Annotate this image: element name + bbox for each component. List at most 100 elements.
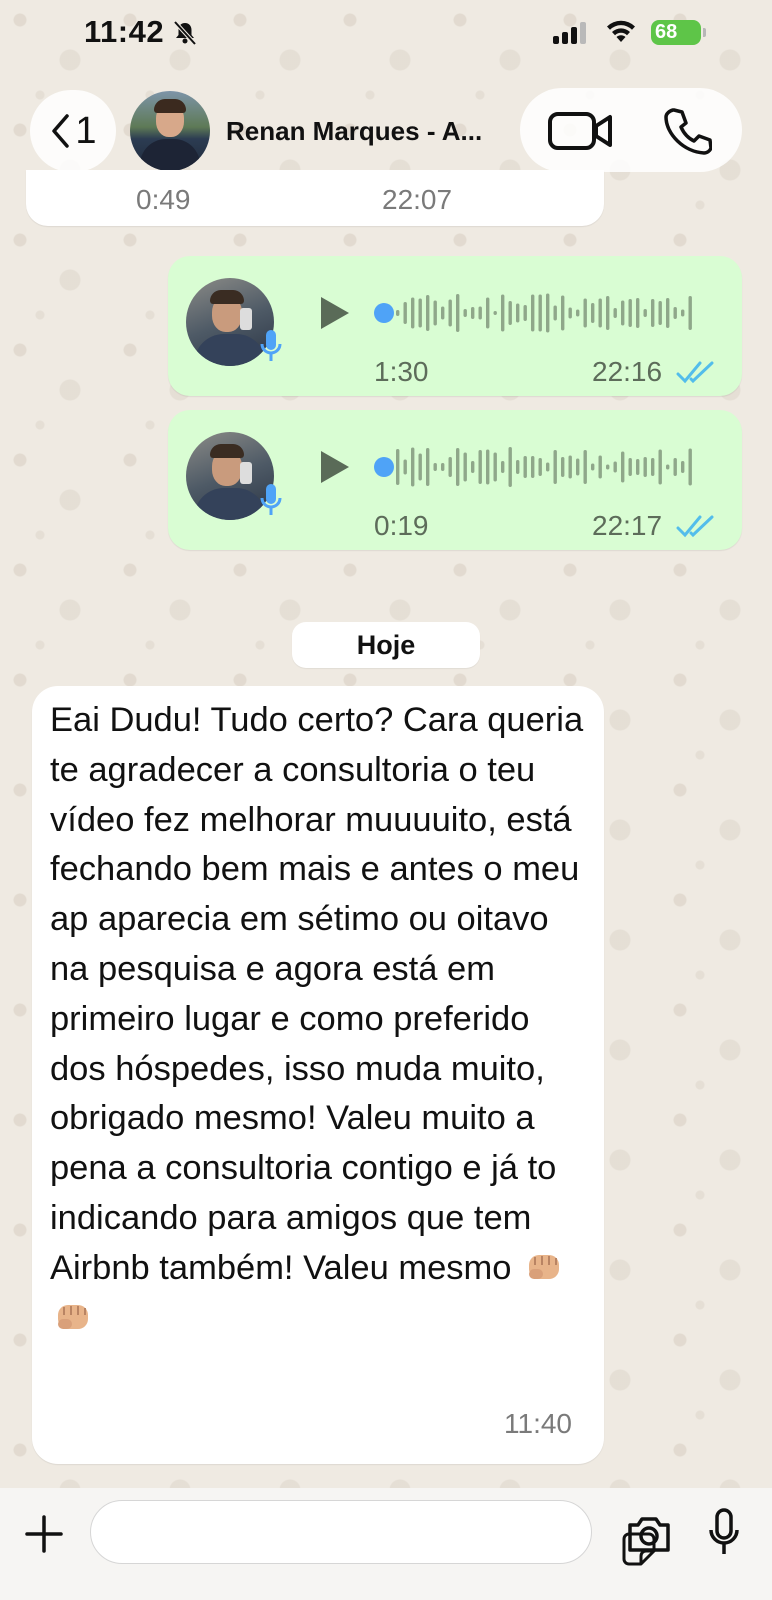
battery-level: 68 (655, 21, 678, 43)
waveform-bar (613, 308, 617, 318)
waveform-bar (688, 448, 692, 486)
waveform-bar (598, 298, 602, 328)
play-icon[interactable] (318, 448, 352, 486)
wifi-icon (607, 20, 635, 42)
call-actions (520, 88, 742, 172)
waveform-bar (523, 305, 527, 321)
waveform-bar (666, 298, 670, 328)
waveform-bar (448, 299, 452, 327)
waveform-bar (418, 298, 422, 328)
incoming-message[interactable]: Eai Dudu! Tudo certo? Cara queria te agr… (32, 686, 604, 1464)
waveform-bar (651, 458, 655, 476)
waveform-bar (456, 448, 460, 486)
fist-bump-emoji (525, 1248, 565, 1282)
audio-message[interactable]: 1:30 22:16 (168, 256, 742, 396)
microphone-badge-icon (260, 484, 282, 515)
waveform-bar (621, 451, 625, 483)
phone-call-icon[interactable] (662, 106, 712, 156)
waveform-bar (591, 303, 595, 323)
back-button[interactable]: 1 (30, 90, 116, 172)
waveform-bar (396, 310, 400, 316)
message-body: Eai Dudu! Tudo certo? Cara queria te agr… (50, 701, 593, 1287)
waveform-bar (681, 309, 685, 317)
waveform-bar (516, 303, 520, 323)
waveform-bar (501, 461, 505, 473)
waveform-bar (673, 307, 677, 319)
audio-duration: 0:49 (136, 184, 191, 215)
waveform-bar (403, 459, 407, 475)
message-time: 22:17 (592, 510, 663, 541)
waveform-bar (508, 301, 512, 325)
waveform-bar (681, 461, 685, 473)
battery-tip (703, 28, 706, 37)
waveform-bar (508, 447, 512, 487)
waveform-bar (411, 447, 415, 487)
message-text: Eai Dudu! Tudo certo? Cara queria te agr… (50, 696, 594, 1343)
waveform-bar (643, 457, 647, 477)
waveform-bar (583, 298, 587, 328)
audio-waveform[interactable] (374, 290, 694, 336)
audio-duration: 0:19 (374, 510, 429, 541)
signal-icon (553, 22, 589, 44)
waveform-bar (411, 297, 415, 329)
waveform-bar (628, 458, 632, 476)
waveform-bar (576, 309, 580, 317)
waveform-bar (658, 449, 662, 485)
waveform-bar (403, 302, 407, 324)
message-input[interactable] (90, 1500, 656, 1566)
waveform-bar (621, 300, 625, 326)
waveform-bar (486, 297, 490, 329)
contact-avatar[interactable] (130, 91, 210, 171)
message-time: 11:40 (504, 1408, 572, 1439)
waveform-bar (531, 294, 535, 332)
microphone-icon[interactable] (708, 1508, 740, 1558)
waveform-bar (598, 455, 602, 479)
double-check-icon (676, 361, 714, 384)
waveform-bar (636, 459, 640, 475)
waveform-bar (636, 298, 640, 328)
playback-position-dot[interactable] (374, 303, 394, 323)
audio-waveform[interactable] (374, 444, 694, 490)
waveform-bar (441, 306, 445, 320)
contact-info[interactable]: Renan Marques - A... (130, 90, 506, 172)
message-time: 22:07 (382, 184, 453, 215)
waveform-bar (651, 299, 655, 327)
waveform-bar (523, 456, 527, 478)
battery-icon: 68 (651, 20, 701, 45)
waveform-bar (501, 294, 505, 332)
waveform-bar (396, 449, 400, 485)
message-time: 22:16 (592, 356, 663, 387)
waveform-bar (553, 450, 557, 484)
waveform-bar (561, 457, 565, 477)
waveform-bar (606, 296, 610, 330)
status-bar: 11:42 68 (0, 0, 772, 64)
waveform-bar (568, 307, 572, 319)
waveform-bar (433, 300, 437, 326)
waveform-bar (568, 455, 572, 479)
waveform-bar (426, 295, 430, 331)
playback-position-dot[interactable] (374, 457, 394, 477)
audio-message[interactable]: 0:19 22:17 (168, 410, 742, 550)
chevron-left-icon (52, 114, 70, 148)
waveform-bar (576, 458, 580, 476)
plus-icon[interactable] (24, 1514, 64, 1554)
waveform-bar (531, 456, 535, 478)
waveform-bar (478, 450, 482, 484)
chat-header: 1 Renan Marques - A... (0, 86, 772, 176)
waveform-bar (666, 464, 670, 470)
waveform-bar (448, 457, 452, 477)
previous-audio-message[interactable]: 0:49 22:07 (26, 170, 604, 226)
waveform-bar (441, 463, 445, 471)
waveform-bar (538, 458, 542, 476)
status-time: 11:42 (84, 14, 165, 49)
waveform-bar (606, 464, 610, 470)
waveform-bar (673, 458, 677, 476)
waveform-bar (478, 306, 482, 320)
waveform-bar (463, 452, 467, 482)
waveform-bar (493, 311, 497, 315)
play-icon[interactable] (318, 294, 352, 332)
unread-count: 1 (75, 109, 97, 152)
waveform-bar (493, 452, 497, 482)
camera-icon[interactable] (626, 1514, 672, 1554)
video-call-icon[interactable] (548, 110, 614, 152)
